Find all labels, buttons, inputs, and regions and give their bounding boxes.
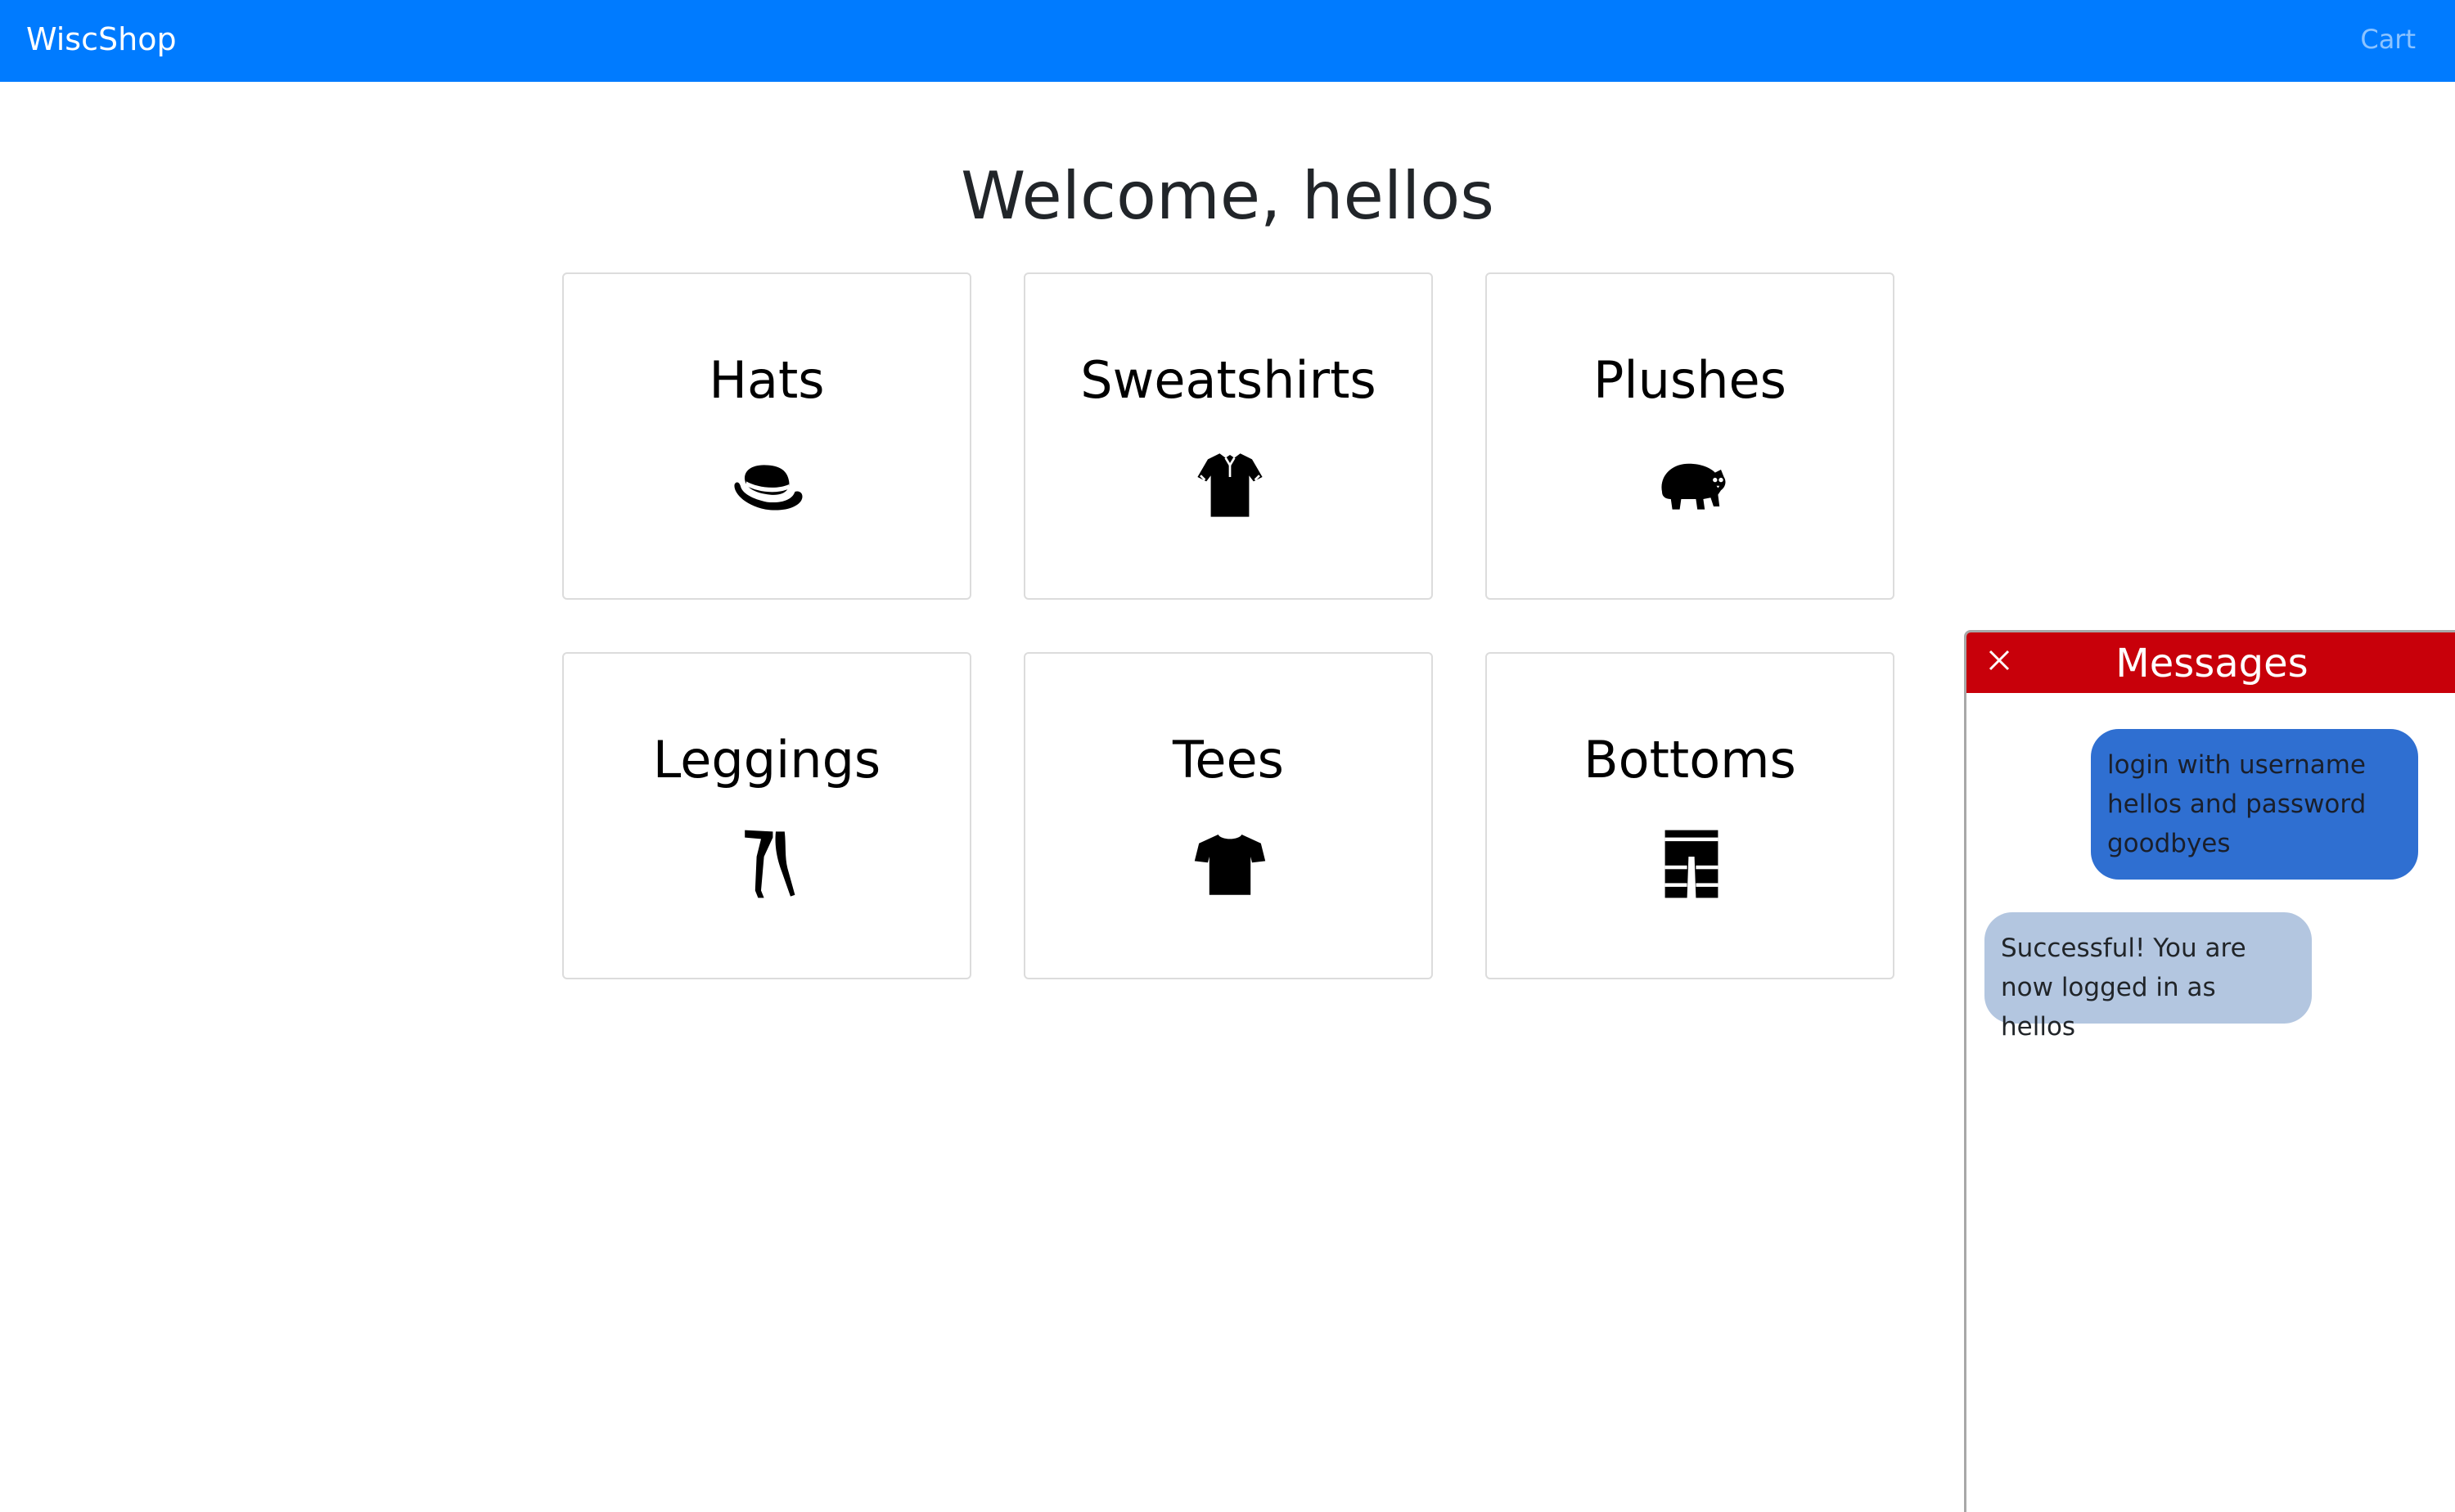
category-title: Bottoms (1583, 730, 1796, 790)
tshirt-icon (1193, 827, 1267, 901)
cart-link[interactable]: Cart (2360, 23, 2416, 56)
category-card-bottoms[interactable]: Bottoms (1485, 652, 1894, 979)
category-card-sweatshirts[interactable]: Sweatshirts (1024, 272, 1433, 600)
category-card-hats[interactable]: Hats (562, 272, 971, 600)
category-card-plushes[interactable]: Plushes (1485, 272, 1894, 600)
category-card-leggings[interactable]: Leggings (562, 652, 971, 979)
brand-link[interactable]: WiscShop (26, 20, 177, 59)
category-card-tees[interactable]: Tees (1024, 652, 1433, 979)
category-title: Tees (1173, 730, 1284, 790)
category-title: Plushes (1593, 350, 1786, 410)
sweatshirt-icon (1193, 448, 1267, 521)
hat-icon (732, 448, 805, 521)
category-title: Hats (709, 350, 825, 410)
category-title: Leggings (652, 730, 881, 790)
welcome-heading: Welcome, hellos (961, 158, 1494, 234)
bot-message: Successful! You are now logged in as hel… (1984, 912, 2312, 1042)
navbar: WiscShop Cart (0, 0, 2455, 82)
user-message: login with username hellos and password … (2091, 729, 2418, 880)
pants-icon (1655, 827, 1728, 901)
category-title: Sweatshirts (1080, 350, 1376, 410)
bear-icon (1655, 448, 1728, 521)
messages-title: Messages (2115, 641, 2309, 686)
messages-header: Messages (1966, 632, 2455, 693)
leggings-icon (732, 827, 805, 901)
messages-panel: Messages login with username hellos and … (1964, 630, 2455, 1512)
